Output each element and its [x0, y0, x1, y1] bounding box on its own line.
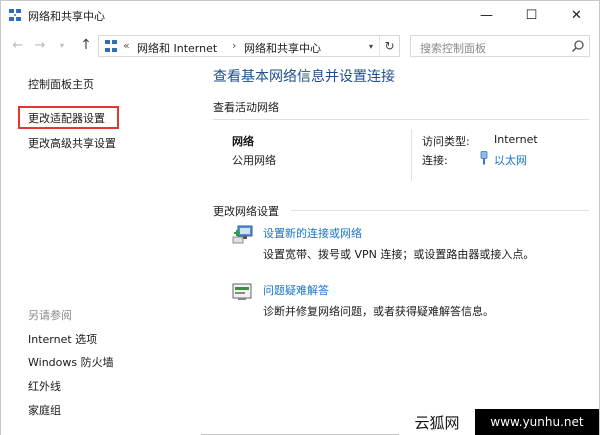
watermark: 云狐网 www.yunhu.net [399, 409, 599, 435]
refresh-icon: ↻ [384, 39, 395, 53]
troubleshoot-problems-description: 诊断并修复网络问题，或者获得疑难解答信息。 [263, 305, 494, 318]
breadcrumb-separator[interactable]: › [232, 39, 236, 52]
breadcrumb-item[interactable]: 网络和共享中心 [244, 40, 321, 56]
main-content: 查看基本网络信息并设置连接 查看活动网络 网络 公用网络 访问类型: Inter… [201, 63, 599, 435]
search-icon[interactable] [571, 39, 585, 53]
setup-new-connection-link[interactable]: 设置新的连接或网络 [263, 225, 362, 241]
access-type-label: 访问类型: [422, 135, 470, 148]
internet-options-link[interactable]: Internet 选项 [28, 331, 97, 347]
watermark-site-name: 云狐网 [399, 409, 475, 435]
active-networks-heading: 查看活动网络 [213, 101, 279, 114]
homegroup-link[interactable]: 家庭组 [28, 402, 61, 418]
breadcrumb-overflow[interactable]: « [123, 39, 130, 52]
windows-firewall-link[interactable]: Windows 防火墙 [28, 354, 114, 370]
address-bar[interactable]: « 网络和 Internet › 网络和共享中心 ▾ ↻ [98, 35, 400, 57]
connections-label: 连接: [422, 154, 448, 167]
access-type-value: Internet [494, 133, 538, 146]
minimize-button[interactable]: — [464, 1, 509, 29]
highlight-box [18, 106, 119, 129]
change-advanced-sharing-link[interactable]: 更改高级共享设置 [28, 135, 116, 151]
search-placeholder: 搜索控制面板 [420, 42, 486, 55]
control-panel-icon [105, 40, 117, 52]
maximize-button[interactable]: ☐ [509, 1, 554, 29]
section-divider [213, 119, 589, 120]
network-name: 网络 [232, 135, 254, 148]
setup-new-connection-description: 设置宽带、拨号或 VPN 连接；或设置路由器或接入点。 [263, 248, 535, 261]
chevron-down-icon: ▾ [368, 41, 373, 51]
search-box[interactable]: 搜索控制面板 [410, 35, 590, 57]
recent-locations-button[interactable]: ▾ [54, 37, 70, 53]
address-dropdown-button[interactable]: ▾ [363, 36, 379, 56]
task-pane: 控制面板主页 更改适配器设置 更改高级共享设置 另请参阅 Internet 选项… [1, 63, 201, 435]
close-icon: ✕ [571, 7, 582, 23]
window-title: 网络和共享中心 [28, 10, 105, 23]
up-button[interactable]: ↑ [78, 37, 94, 53]
see-also-heading: 另请参阅 [28, 309, 72, 322]
ethernet-icon [480, 151, 488, 165]
new-connection-icon [232, 225, 253, 244]
forward-button[interactable]: → [32, 37, 48, 53]
section-divider [291, 210, 589, 211]
breadcrumb-item[interactable]: 网络和 Internet [137, 40, 217, 56]
forward-arrow-icon: → [34, 37, 46, 53]
network-center-icon [9, 9, 21, 21]
title-bar[interactable]: 网络和共享中心 — ☐ ✕ [1, 1, 599, 29]
change-settings-heading: 更改网络设置 [213, 205, 279, 218]
troubleshoot-icon [232, 283, 252, 300]
up-arrow-icon: ↑ [80, 37, 92, 53]
network-profile-link[interactable]: 公用网络 [232, 152, 276, 168]
troubleshoot-problems-link[interactable]: 问题疑难解答 [263, 282, 329, 298]
control-panel-window: 网络和共享中心 — ☐ ✕ ← → ▾ ↑ « 网络和 Internet › 网… [0, 0, 600, 435]
back-button[interactable]: ← [10, 37, 26, 53]
ethernet-link[interactable]: 以太网 [494, 152, 527, 168]
infrared-link[interactable]: 红外线 [28, 378, 61, 394]
back-arrow-icon: ← [12, 37, 24, 53]
page-title: 查看基本网络信息并设置连接 [213, 69, 395, 85]
close-button[interactable]: ✕ [554, 1, 599, 29]
maximize-icon: ☐ [525, 7, 538, 23]
refresh-button[interactable]: ↻ [379, 36, 399, 56]
control-panel-home-link[interactable]: 控制面板主页 [28, 76, 94, 92]
watermark-url: www.yunhu.net [475, 409, 599, 435]
minimize-icon: — [480, 7, 493, 23]
network-info-divider [411, 129, 412, 181]
chevron-down-icon: ▾ [59, 40, 64, 50]
navigation-bar: ← → ▾ ↑ « 网络和 Internet › 网络和共享中心 ▾ ↻ 搜索控… [1, 31, 599, 61]
